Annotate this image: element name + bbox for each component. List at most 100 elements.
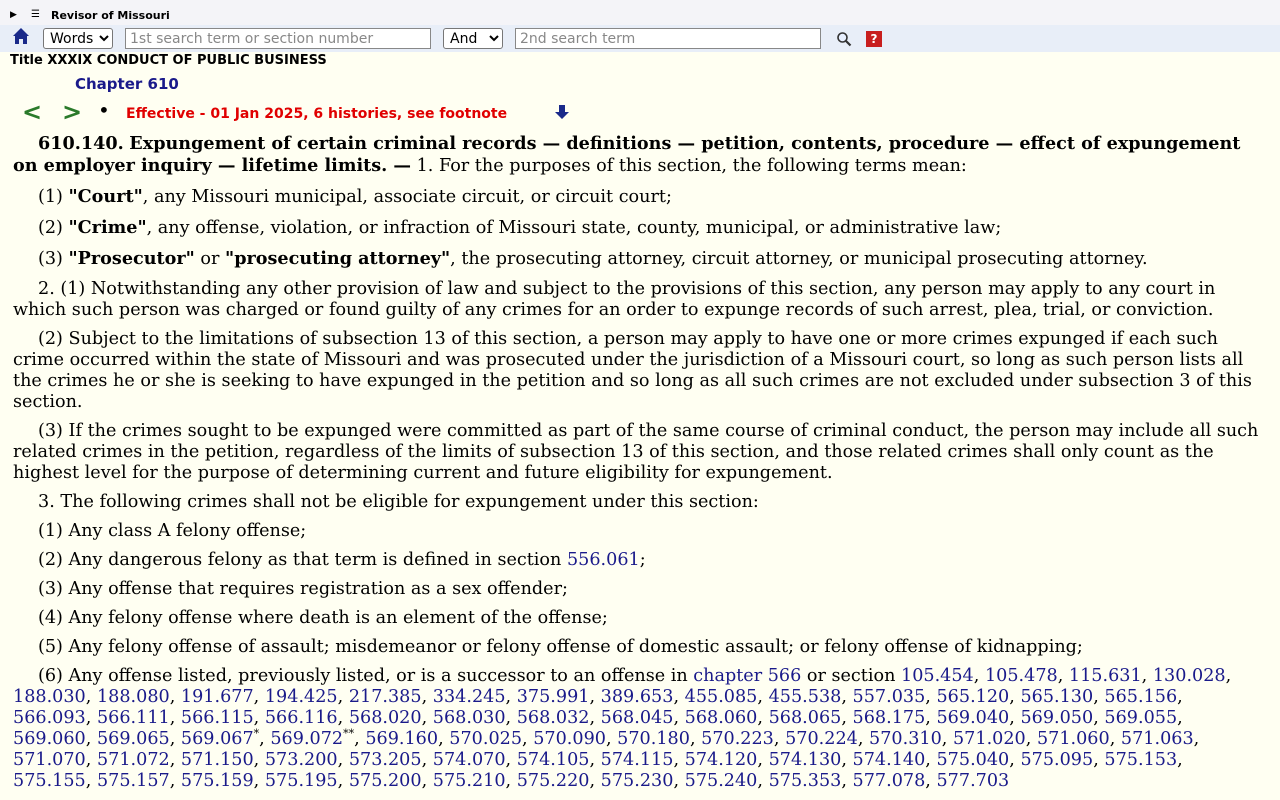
chapter-566-link[interactable]: chapter 566 — [693, 666, 801, 686]
section-link[interactable]: 191.677 — [181, 687, 254, 707]
section-link[interactable]: 115.631 — [1069, 666, 1142, 686]
section-link[interactable]: 571.070 — [13, 750, 86, 770]
section-link[interactable]: 556.061 — [567, 550, 640, 570]
section-link[interactable]: 573.205 — [349, 750, 422, 770]
site-name[interactable]: Revisor of Missouri — [51, 10, 170, 22]
section-link[interactable]: 570.224 — [785, 729, 858, 749]
section-link[interactable]: 568.030 — [433, 708, 506, 728]
section-link[interactable]: 575.195 — [265, 771, 338, 791]
search-operator-select[interactable]: And — [443, 28, 503, 49]
section-link[interactable]: 575.230 — [601, 771, 674, 791]
section-link[interactable]: 105.478 — [985, 666, 1058, 686]
footnote-marker: ** — [343, 727, 355, 741]
title-heading: Title XXXIX CONDUCT OF PUBLIC BUSINESS — [10, 53, 327, 68]
chapter-link[interactable]: Chapter 610 — [75, 75, 179, 93]
section-link[interactable]: 575.200 — [349, 771, 422, 791]
definition-term: "Prosecutor" — [68, 248, 195, 269]
section-link[interactable]: 577.703 — [936, 771, 1009, 791]
second-search-input[interactable] — [515, 28, 821, 49]
section-link[interactable]: 568.065 — [769, 708, 842, 728]
effective-date-notice: Effective - 01 Jan 2025, 6 histories, se… — [126, 106, 508, 122]
section-link[interactable]: 568.032 — [517, 708, 590, 728]
hamburger-icon[interactable]: ☰ — [31, 9, 40, 21]
section-link[interactable]: 194.425 — [265, 687, 338, 707]
section-link[interactable]: 569.067 — [181, 729, 254, 749]
section-link[interactable]: 334.245 — [433, 687, 506, 707]
subsection-text: ; — [639, 550, 646, 570]
next-section-button[interactable]: > — [62, 98, 82, 126]
section-link[interactable]: 566.111 — [97, 708, 170, 728]
section-link[interactable]: 575.155 — [13, 771, 86, 791]
section-link[interactable]: 569.055 — [1104, 708, 1177, 728]
section-link[interactable]: 105.454 — [901, 666, 974, 686]
section-link[interactable]: 569.160 — [365, 729, 438, 749]
section-link[interactable]: 565.120 — [936, 687, 1009, 707]
first-search-input[interactable] — [125, 28, 431, 49]
home-icon[interactable] — [12, 27, 30, 45]
section-link[interactable]: 571.072 — [97, 750, 170, 770]
subsection-3-6: (6) Any offense listed, previously liste… — [13, 666, 1263, 792]
search-icon[interactable] — [836, 31, 852, 47]
section-link[interactable]: 575.210 — [433, 771, 506, 791]
section-link[interactable]: 573.200 — [265, 750, 338, 770]
section-link[interactable]: 570.090 — [533, 729, 606, 749]
section-link[interactable]: 574.130 — [769, 750, 842, 770]
definition-term: "Court" — [68, 186, 143, 207]
section-link[interactable]: 571.020 — [953, 729, 1026, 749]
section-link[interactable]: 569.040 — [936, 708, 1009, 728]
section-link[interactable]: 188.080 — [97, 687, 170, 707]
arrow-down-icon[interactable] — [554, 104, 570, 120]
section-link[interactable]: 570.310 — [869, 729, 942, 749]
section-link[interactable]: 575.095 — [1020, 750, 1093, 770]
section-link[interactable]: 565.156 — [1104, 687, 1177, 707]
section-link[interactable]: 571.150 — [181, 750, 254, 770]
section-link[interactable]: 571.063 — [1121, 729, 1194, 749]
section-link[interactable]: 570.223 — [701, 729, 774, 749]
section-link[interactable]: 577.078 — [853, 771, 926, 791]
definition-term: "Crime" — [68, 217, 147, 238]
section-link[interactable]: 575.353 — [769, 771, 842, 791]
bullet-icon[interactable]: • — [98, 100, 110, 120]
top-bar: ▶ ☰ Revisor of Missouri — [0, 0, 1280, 25]
section-link[interactable]: 574.070 — [433, 750, 506, 770]
section-link[interactable]: 566.116 — [265, 708, 338, 728]
section-link[interactable]: 575.157 — [97, 771, 170, 791]
section-link[interactable]: 375.991 — [517, 687, 590, 707]
section-link[interactable]: 575.159 — [181, 771, 254, 791]
section-link[interactable]: 569.060 — [13, 729, 86, 749]
section-link[interactable]: 557.035 — [853, 687, 926, 707]
help-icon[interactable]: ? — [866, 31, 882, 47]
subsection-text: (2) Any dangerous felony as that term is… — [38, 550, 567, 570]
section-link[interactable]: 575.220 — [517, 771, 590, 791]
search-mode-select[interactable]: Words — [43, 28, 113, 49]
section-link[interactable]: 217.385 — [349, 687, 422, 707]
section-link[interactable]: 565.130 — [1020, 687, 1093, 707]
previous-section-button[interactable]: < — [22, 98, 42, 126]
section-link[interactable]: 570.180 — [617, 729, 690, 749]
section-link[interactable]: 568.060 — [685, 708, 758, 728]
section-link[interactable]: 574.140 — [853, 750, 926, 770]
section-link[interactable]: 389.653 — [601, 687, 674, 707]
section-link[interactable]: 575.040 — [936, 750, 1009, 770]
section-link[interactable]: 568.045 — [601, 708, 674, 728]
definition-or: or — [194, 249, 226, 269]
section-link[interactable]: 455.538 — [769, 687, 842, 707]
section-link[interactable]: 569.065 — [97, 729, 170, 749]
section-link[interactable]: 569.072 — [270, 729, 343, 749]
section-link[interactable]: 568.020 — [349, 708, 422, 728]
section-link[interactable]: 566.115 — [181, 708, 254, 728]
section-link[interactable]: 570.025 — [449, 729, 522, 749]
section-link[interactable]: 574.120 — [685, 750, 758, 770]
section-link[interactable]: 569.050 — [1020, 708, 1093, 728]
section-link[interactable]: 568.175 — [853, 708, 926, 728]
section-link[interactable]: 574.105 — [517, 750, 590, 770]
section-link[interactable]: 575.240 — [685, 771, 758, 791]
section-link[interactable]: 455.085 — [685, 687, 758, 707]
section-link[interactable]: 130.028 — [1153, 666, 1226, 686]
section-link[interactable]: 575.153 — [1104, 750, 1177, 770]
section-link[interactable]: 566.093 — [13, 708, 86, 728]
triangle-right-icon[interactable]: ▶ — [10, 9, 17, 21]
section-link[interactable]: 571.060 — [1037, 729, 1110, 749]
section-link[interactable]: 574.115 — [601, 750, 674, 770]
section-link[interactable]: 188.030 — [13, 687, 86, 707]
